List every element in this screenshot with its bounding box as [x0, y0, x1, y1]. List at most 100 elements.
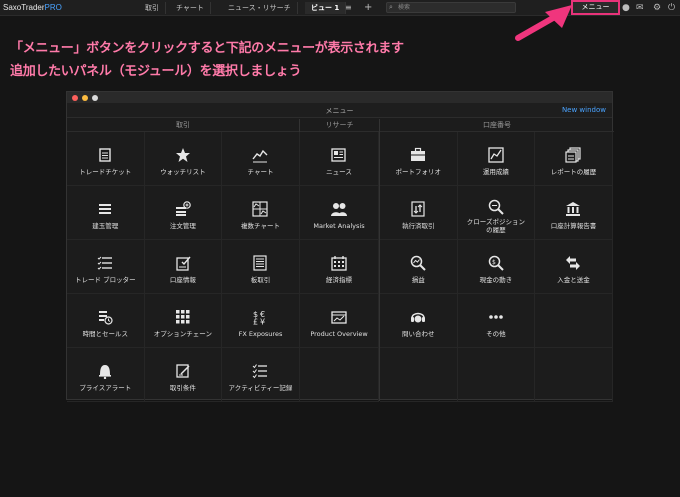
time-sales-icon	[99, 311, 113, 325]
menu-item-label: 板取引	[250, 276, 271, 284]
menu-window: メニュー New window 取引 トレードチケット ウォッチリスト チャート建玉…	[66, 91, 614, 402]
menu-item-product[interactable]: Product Overview	[300, 294, 379, 348]
menu-item-people[interactable]: Market Analysis	[300, 186, 379, 240]
menu-empty-cell	[380, 348, 458, 402]
news-icon	[331, 148, 346, 162]
menu-item-depth[interactable]: 板取引	[222, 240, 300, 294]
account-info-icon	[176, 256, 191, 271]
executed-icon	[411, 201, 425, 217]
menu-item-label: 取引条件	[169, 384, 196, 392]
menu-item-conditions[interactable]: 取引条件	[144, 348, 223, 402]
more-icon	[489, 315, 503, 319]
menu-item-blotter[interactable]: トレード ブロッター	[67, 240, 145, 294]
menu-item-label: 建玉管理	[92, 222, 119, 230]
menu-item-label: Market Analysis	[313, 222, 365, 230]
menu-item-star[interactable]: ウォッチリスト	[144, 132, 223, 186]
section-account: 口座番号 ポートフォリオ 運用成績 レポートの履歴執行済取引 クローズポジションの履歴…	[380, 119, 614, 402]
people-icon	[331, 203, 347, 216]
portfolio-icon	[411, 147, 426, 161]
closed-positions-icon	[488, 199, 504, 215]
depth-icon	[253, 255, 268, 271]
pnl-icon	[411, 255, 427, 271]
menu-item-label: ウォッチリスト	[160, 168, 206, 176]
menu-item-bell[interactable]: プライスアラート	[67, 348, 145, 402]
menu-item-label: 口座計算報告書	[550, 222, 597, 230]
window-title: メニュー	[325, 107, 354, 115]
menu-item-support[interactable]: 問い合わせ	[380, 294, 458, 348]
menu-item-account-info[interactable]: 口座情報	[144, 240, 223, 294]
menu-item-label: チャート	[247, 168, 274, 176]
menu-item-label: FX Exposures	[238, 330, 283, 338]
window-titlebar	[67, 92, 612, 103]
menu-item-label: レポートの履歴	[550, 168, 597, 176]
menu-empty-cell	[300, 348, 379, 402]
menu-item-closed-positions[interactable]: クローズポジションの履歴	[457, 186, 536, 240]
option-chain-icon	[175, 310, 190, 324]
menu-item-option-chain[interactable]: オプションチェーン	[144, 294, 223, 348]
menu-item-pnl[interactable]: 損益	[380, 240, 458, 294]
section-title-account: 口座番号	[380, 119, 614, 132]
menu-item-bank[interactable]: 口座計算報告書	[535, 186, 613, 240]
menu-item-label: クローズポジションの履歴	[466, 218, 525, 234]
menu-item-orders[interactable]: 注文管理	[144, 186, 223, 240]
menu-item-activity[interactable]: アクティビティー記録	[222, 348, 300, 402]
conditions-icon	[176, 364, 190, 378]
menu-item-label: 執行済取引	[402, 222, 435, 230]
annotation-line-1: 「メニュー」ボタンをクリックすると下記のメニューが表示されます	[10, 41, 404, 56]
menu-item-reports[interactable]: レポートの履歴	[535, 132, 613, 186]
star-icon	[175, 148, 190, 162]
window-header: メニュー New window	[67, 103, 612, 118]
blotter-icon	[97, 256, 113, 270]
menu-empty-cell	[535, 348, 613, 402]
menu-item-label: ポートフォリオ	[395, 168, 442, 176]
fx-exposure-icon: $ €£ ¥	[253, 310, 265, 326]
performance-icon	[488, 147, 504, 163]
menu-item-label: オプションチェーン	[153, 330, 212, 338]
new-window-link[interactable]: New window	[562, 106, 606, 114]
transfer-icon	[566, 256, 581, 270]
menu-item-label: 入金と送金	[557, 276, 590, 284]
menu-item-portfolio[interactable]: ポートフォリオ	[380, 132, 458, 186]
menu-item-trade-ticket[interactable]: トレードチケット	[67, 132, 145, 186]
trade-ticket-icon	[99, 148, 111, 162]
menu-item-label: トレードチケット	[79, 168, 132, 176]
menu-item-time-sales[interactable]: 時間とセールス	[67, 294, 145, 348]
support-icon	[411, 312, 426, 323]
bell-icon	[99, 365, 112, 379]
menu-item-transfer[interactable]: 入金と送金	[535, 240, 613, 294]
menu-item-positions[interactable]: 建玉管理	[67, 186, 145, 240]
menu-item-executed[interactable]: 執行済取引	[380, 186, 458, 240]
activity-icon	[253, 364, 268, 379]
menu-item-news[interactable]: ニュース	[300, 132, 379, 186]
menu-item-label: 損益	[411, 276, 425, 284]
menu-item-label: 現金の動き	[479, 276, 513, 284]
menu-item-label: 運用成績	[482, 168, 509, 176]
menu-item-multi-chart[interactable]: 複数チャート	[222, 186, 300, 240]
menu-item-calendar[interactable]: 経済指標	[300, 240, 379, 294]
positions-icon	[99, 204, 112, 214]
section-title-research: リサーチ	[300, 119, 379, 132]
svg-text:£: £	[253, 318, 258, 326]
menu-item-fx-exposure[interactable]: $ € £ ¥ FX Exposures	[222, 294, 300, 348]
menu-item-label: プライスアラート	[79, 384, 132, 392]
close-icon[interactable]	[72, 95, 78, 101]
minimize-icon[interactable]	[82, 95, 88, 101]
menu-item-label: 複数チャート	[241, 222, 280, 230]
menu-item-chart[interactable]: チャート	[222, 132, 300, 186]
section-research: リサーチ ニュース Market Analysis 経済指標 Product Over…	[300, 119, 380, 402]
menu-empty-cell	[457, 348, 536, 402]
menu-item-performance[interactable]: 運用成績	[457, 132, 536, 186]
calendar-icon	[331, 256, 347, 271]
maximize-icon[interactable]	[92, 95, 98, 101]
menu-item-label: 口座情報	[169, 276, 196, 284]
chart-icon	[252, 149, 268, 163]
menu-item-label: トレード ブロッター	[75, 276, 136, 284]
section-title-trading: 取引	[67, 119, 299, 132]
annotation-line-2: 追加したいパネル（モジュール）を選択しましょう	[10, 64, 302, 79]
menu-item-cash[interactable]: $ 現金の動き	[457, 240, 536, 294]
reports-icon	[565, 147, 582, 163]
menu-item-label: 問い合わせ	[402, 330, 435, 338]
menu-item-label: 時間とセールス	[82, 330, 129, 338]
menu-item-more[interactable]: その他	[457, 294, 536, 348]
svg-text:¥: ¥	[260, 318, 265, 326]
